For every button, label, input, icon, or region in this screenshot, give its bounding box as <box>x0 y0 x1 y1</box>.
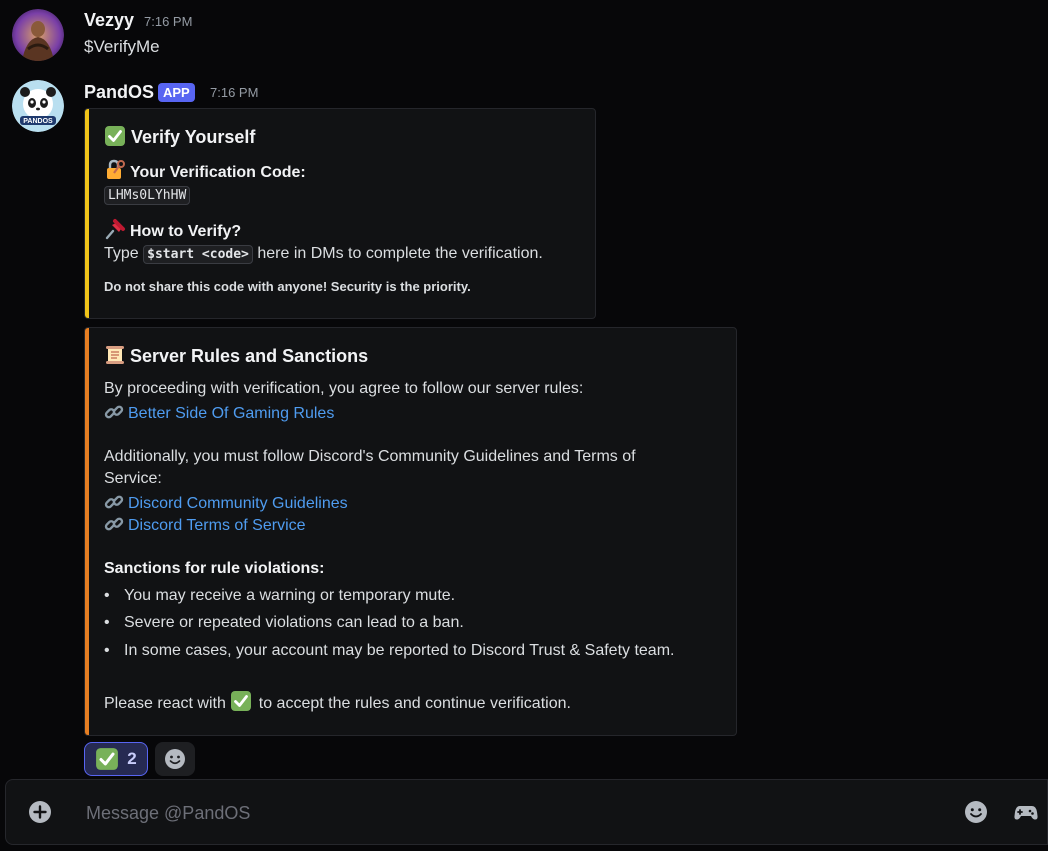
bullet-marker: • <box>104 614 110 631</box>
add-attachment-button[interactable] <box>28 800 52 824</box>
additional-text-line1: Additionally, you must follow Discord's … <box>104 448 636 465</box>
verification-code-wrapper: LHMs0LYhHW <box>104 186 191 205</box>
add-reaction-button[interactable] <box>155 742 195 776</box>
embed-verify: Verify Yourself Your Verification Code: … <box>84 108 596 319</box>
message-timestamp: 7:16 PM <box>210 85 259 100</box>
bot-avatar-pandos[interactable]: PANDOS <box>12 80 64 132</box>
field-code-label-text: Your Verification Code: <box>130 164 306 181</box>
instruction-prefix: Type <box>104 245 139 262</box>
emoji-picker-button[interactable] <box>964 800 988 824</box>
embed-rules: Server Rules and Sanctions By proceeding… <box>84 327 737 736</box>
embed-accent-bar <box>85 328 89 735</box>
bullet-marker: • <box>104 642 110 659</box>
username[interactable]: PandOS <box>84 82 154 103</box>
lock-key-emoji <box>104 159 126 181</box>
plus-circle-icon <box>29 801 51 823</box>
app-badge: APP <box>158 83 195 102</box>
react-instruction: Please react with to accept the rules an… <box>104 690 571 713</box>
verify-instruction: Type $start <code> here in DMs to comple… <box>104 245 543 264</box>
link-icon <box>104 402 124 422</box>
verification-code[interactable]: LHMs0LYhHW <box>104 186 191 205</box>
pushpin-emoji <box>104 218 126 240</box>
field-how-label: How to Verify? <box>104 218 241 241</box>
message-timestamp: 7:16 PM <box>144 14 193 29</box>
embed-title-text: Server Rules and Sanctions <box>130 346 369 366</box>
sanctions-title: Sanctions for rule violations: <box>104 560 325 577</box>
check-mark-emoji <box>95 747 119 771</box>
message-content: $VerifyMe <box>84 37 160 56</box>
embed-accent-bar <box>85 109 89 318</box>
instruction-suffix: here in DMs to complete the verification… <box>257 245 543 262</box>
message-composer <box>5 779 1048 845</box>
sanction-item: You may receive a warning or temporary m… <box>124 587 456 604</box>
community-guidelines-link[interactable]: Discord Community Guidelines <box>128 495 348 512</box>
check-mark-emoji <box>104 125 126 147</box>
message-input[interactable] <box>84 798 928 828</box>
link-icon <box>104 492 124 512</box>
reaction-check-mark[interactable]: 2 <box>84 742 148 776</box>
sanction-item: In some cases, your account may be repor… <box>124 642 675 659</box>
link-icon <box>104 514 124 534</box>
field-code-label: Your Verification Code: <box>104 159 306 182</box>
reaction-count: 2 <box>127 749 137 768</box>
sanction-item: Severe or repeated violations can lead t… <box>124 614 464 631</box>
username[interactable]: Vezyy <box>84 10 134 31</box>
tos-link-row: Discord Terms of Service <box>104 514 306 535</box>
react-suffix: to accept the rules and continue verific… <box>258 695 571 712</box>
start-command-code: $start <code> <box>143 245 253 264</box>
rules-link-row: Better Side Of Gaming Rules <box>104 402 334 423</box>
smiley-icon <box>164 748 186 770</box>
terms-of-service-link[interactable]: Discord Terms of Service <box>128 517 306 534</box>
user-avatar-vezyy[interactable] <box>12 9 64 61</box>
field-how-label-text: How to Verify? <box>130 223 242 240</box>
activities-button[interactable] <box>1014 800 1038 824</box>
embed-title: Verify Yourself <box>104 125 255 148</box>
smiley-icon <box>965 801 987 823</box>
embed-title: Server Rules and Sanctions <box>104 344 368 367</box>
embed-title-text: Verify Yourself <box>131 127 256 147</box>
scroll-emoji <box>104 344 126 366</box>
rules-intro: By proceeding with verification, you agr… <box>104 380 584 397</box>
check-mark-emoji <box>230 690 252 712</box>
bullet-marker: • <box>104 587 110 604</box>
react-prefix: Please react with <box>104 695 226 712</box>
gamepad-icon <box>1014 806 1038 820</box>
security-warning: Do not share this code with anyone! Secu… <box>104 279 471 294</box>
server-rules-link[interactable]: Better Side Of Gaming Rules <box>128 405 334 422</box>
additional-text-line2: Service: <box>104 470 162 487</box>
avatar-logo-text: PANDOS <box>23 118 53 125</box>
guidelines-link-row: Discord Community Guidelines <box>104 492 348 513</box>
